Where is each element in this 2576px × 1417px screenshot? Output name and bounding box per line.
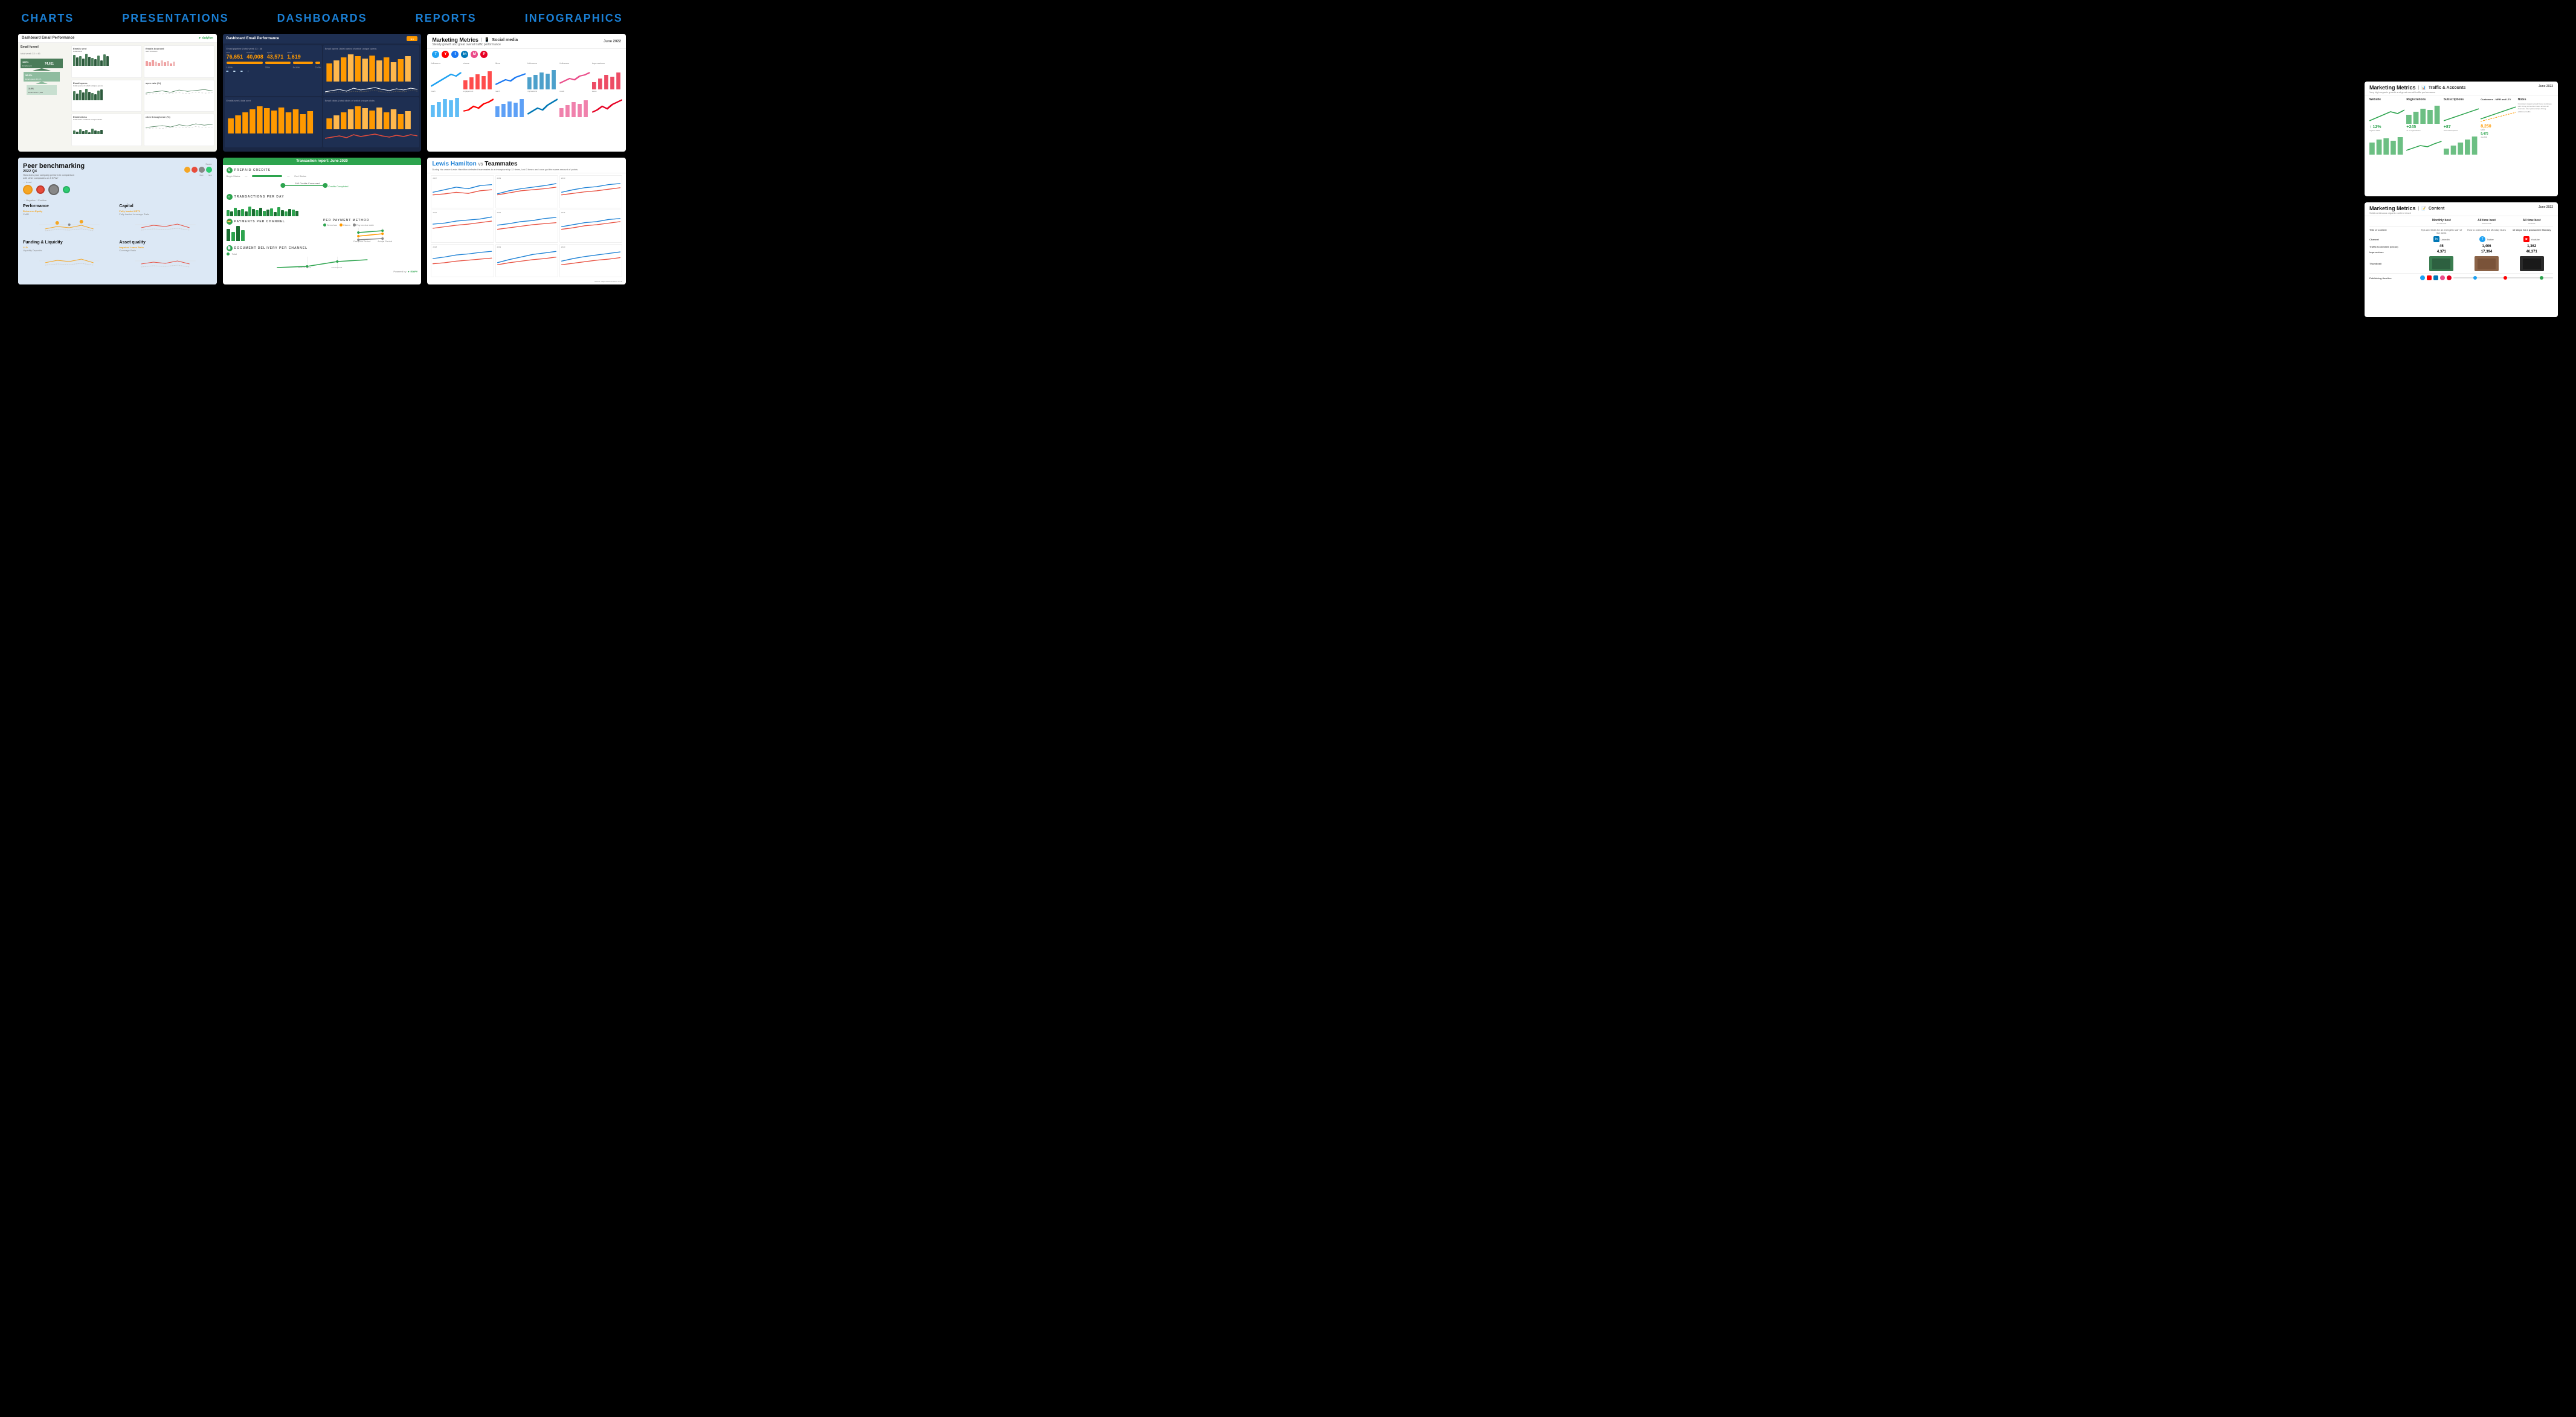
card-lewis-hamilton: Lewis Hamilton vs Teammates During his c… [427, 158, 626, 284]
chart-facebook: likes reach [495, 62, 526, 137]
card3-section: Social media [492, 38, 518, 42]
card8-subtitle: Solid continuous organic content reach [2369, 211, 2444, 214]
svg-text:Actual Period: Actual Period [331, 266, 342, 269]
card8-date: June 2022 [2539, 205, 2553, 209]
lh-vs: vs [478, 161, 483, 167]
nav-charts[interactable]: CHARTS [21, 12, 74, 25]
kpi-sent: 76,651 [227, 54, 243, 60]
pipeline-label: Email pipeline | total week 33 : 46 [227, 47, 320, 50]
nav-presentations[interactable]: PRESENTATIONS [122, 12, 228, 25]
mm-col-subscriptions: Subscriptions +87 new subscriptions [2444, 98, 2479, 187]
card8-title: Marketing Metrics [2369, 205, 2416, 211]
lh-chart-9: 2020 [559, 244, 622, 277]
pb-subtitle2: with other companies on 8 KPIs? [23, 176, 85, 179]
svg-text:Email opens 43,171: Email opens 43,171 [25, 78, 42, 80]
chart-youtube: views engagement [463, 62, 494, 137]
svg-text:Previous Period: Previous Period [298, 266, 311, 269]
svg-text:Email clicks 1,819: Email clicks 1,819 [28, 91, 43, 94]
lh-source: Source: https://www.amazon.co.uk [427, 279, 626, 284]
card-marketing-metrics-content: Marketing Metrics | 📝 Content Solid cont… [2365, 202, 2558, 317]
card-peer-benchmarking: Peer benchmarking 2022 Q4 How does your … [18, 158, 217, 284]
payments-label: PAYMENTS PER CHANNEL [234, 220, 285, 223]
transactions-icon: ≡ [227, 194, 233, 200]
svg-text:Actual Period: Actual Period [378, 240, 392, 243]
delivery-icon: 📄 [227, 245, 233, 251]
opens-label: Email opens | total opens of which uniqu… [325, 47, 418, 50]
card-transaction-report: Transaction report: June 2020 $ PREPAID … [223, 158, 422, 284]
social-icons-row: T Y f in M P [427, 49, 626, 60]
clicks-label: Email clicks | total clicks of which uni… [325, 99, 418, 102]
lh-title-part1: Lewis Hamilton [432, 161, 476, 167]
funnel-label: Email funnel [21, 45, 69, 49]
svg-text:100 Credits Consumed: 100 Credits Consumed [295, 182, 320, 185]
medium-icon: P [480, 51, 488, 58]
chart-twitter: followers reach [431, 62, 461, 137]
youtube-icon: Y [442, 51, 449, 58]
prepaid-label: PREPAID CREDITS [234, 169, 271, 172]
card-email-dashboard-dark: Dashboard Email Performance ◄► Email pip… [223, 34, 422, 152]
sent-label: Emails sent | total sent [227, 99, 320, 102]
svg-text:74,611: 74,611 [45, 62, 54, 66]
card3-subtitle: Steady growth and great overall traffic … [432, 43, 518, 47]
card7-title: Marketing Metrics [2369, 85, 2416, 91]
kpi-opens: 43,571 [267, 54, 284, 60]
prepaid-icon: $ [227, 167, 233, 173]
kpi-clicks: 1,619 [287, 54, 301, 60]
top-row: Dashboard Email Performance ► datylon Em… [0, 34, 644, 158]
chart-pinterest: impressions saves [592, 62, 622, 137]
svg-text:Credits Completed: Credits Completed [328, 185, 348, 188]
svg-text:100%: 100% [22, 60, 29, 63]
chart-linkedin: followers impressions [527, 62, 558, 137]
lh-chart-2: 2009 [495, 175, 558, 208]
facebook-icon: f [451, 51, 459, 58]
card3-date: June 2022 [604, 40, 621, 43]
mm-col-customers: Customers - MRR and LTV 8,250 MRR 9,475 … [2481, 98, 2516, 187]
kpi-delivered: 40,008 [246, 54, 263, 60]
card7-subtitle: Very high organic growth and great overa… [2369, 91, 2465, 94]
transactions-label: TRANSACTIONS PER DAY [234, 195, 285, 199]
card-marketing-metrics-traffic: Marketing Metrics | 📊 Traffic & Accounts… [2365, 82, 2558, 196]
svg-text:Emails sent: Emails sent [22, 65, 32, 67]
svg-text:56.5%: 56.5% [25, 74, 33, 77]
card1-title: Dashboard Email Performance [22, 36, 74, 40]
card8-section: Content [2429, 207, 2444, 211]
card-email-dashboard-light: Dashboard Email Performance ► datylon Em… [18, 34, 217, 152]
card7-section: Traffic & Accounts [2429, 86, 2466, 90]
lh-chart-1: 2007 [431, 175, 494, 208]
nav-dashboards[interactable]: DASHBOARDS [277, 12, 367, 25]
tr-header: Transaction report: June 2020 [223, 158, 422, 165]
svg-text:Previous Period: Previous Period [353, 240, 370, 243]
nav-reports[interactable]: REPORTS [416, 12, 477, 25]
bottom-row: Peer benchmarking 2022 Q4 How does your … [0, 158, 644, 297]
pb-title: Peer benchmarking [23, 162, 85, 170]
mm-col-notes: Notes Consistent organic growth trend co… [2518, 98, 2553, 187]
svg-text:3.4%: 3.4% [28, 87, 34, 90]
lh-chart-8: 2019 [495, 244, 558, 277]
card7-date: June 2022 [2539, 85, 2553, 88]
mm-col-website: Website ↑ 12% organic traffic [2369, 98, 2404, 187]
card-marketing-metrics-social: Marketing Metrics | 📱 Social media Stead… [427, 34, 626, 152]
twitter-icon: T [432, 51, 439, 58]
right-sidebar: Marketing Metrics | 📊 Traffic & Accounts… [2365, 82, 2558, 317]
payments-icon: 💳 [227, 219, 233, 225]
card1-logo: ► datylon [199, 36, 213, 40]
lh-chart-4: 2012 [431, 210, 494, 243]
main-navigation: CHARTS PRESENTATIONS DASHBOARDS REPORTS … [0, 0, 644, 34]
linkedin-icon: in [461, 51, 468, 58]
lh-chart-5: 2015 [495, 210, 558, 243]
mm-col-registrations: Registrations +245 % to registrations [2406, 98, 2441, 187]
lh-chart-7: 2018 [431, 244, 494, 277]
chart-medium: followers reads [559, 62, 590, 137]
lh-subtitle: During his career Lewis Hamilton defeate… [432, 168, 621, 171]
delivery-label: DOCUMENT DELIVERY PER CHANNEL [234, 246, 308, 250]
pinterest-icon: M [471, 51, 478, 58]
card2-title: Dashboard Email Performance [227, 37, 279, 40]
lh-chart-6: 2016 [559, 210, 622, 243]
card3-title: Marketing Metrics [432, 37, 478, 43]
lh-chart-3: 2010 [559, 175, 622, 208]
nav-infographics[interactable]: INFOGRAPHICS [525, 12, 623, 25]
card2-logo: ◄► [407, 36, 417, 41]
lh-title-part2: Teammates [485, 161, 517, 167]
